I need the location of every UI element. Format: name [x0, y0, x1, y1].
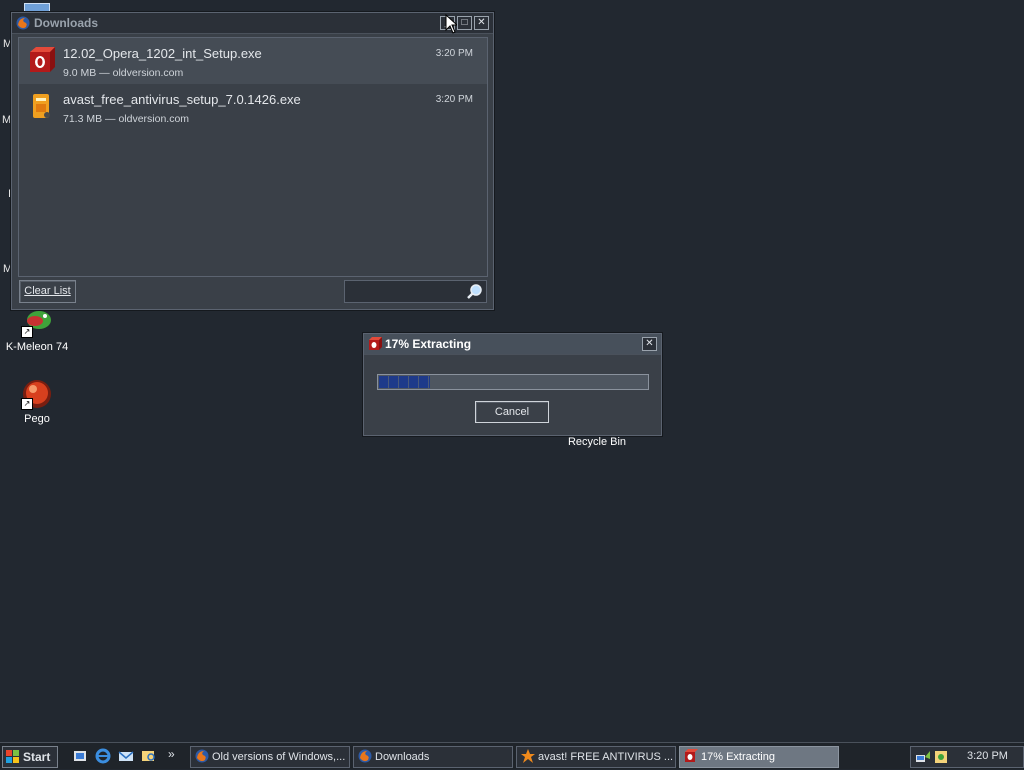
show-desktop-icon[interactable] — [72, 748, 88, 764]
download-meta: 9.0 MB — oldversion.com — [63, 67, 184, 79]
download-time: 3:20 PM — [435, 94, 473, 105]
taskbar-item-label: avast! FREE ANTIVIRUS ... — [538, 751, 674, 763]
desktop-icon-label-fragment: M — [2, 114, 12, 126]
internet-explorer-icon[interactable] — [95, 748, 111, 764]
explorer-search-icon[interactable] — [141, 748, 157, 764]
start-label: Start — [23, 750, 51, 764]
taskbar-item-avast[interactable]: avast! FREE ANTIVIRUS ... — [516, 746, 676, 768]
firefox-icon — [358, 749, 372, 763]
download-meta: 71.3 MB — oldversion.com — [63, 113, 190, 125]
shortcut-arrow-icon: ↗ — [21, 398, 33, 410]
search-input[interactable] — [344, 280, 487, 303]
close-button[interactable]: ✕ — [474, 16, 489, 30]
dialog-titlebar[interactable]: 17% Extracting ✕ — [364, 334, 661, 355]
security-tray-icon[interactable] — [933, 749, 949, 765]
download-filename: 12.02_Opera_1202_int_Setup.exe — [63, 46, 262, 61]
firefox-icon — [195, 749, 209, 763]
dialog-title: 17% Extracting — [385, 337, 472, 351]
taskbar-item-extracting[interactable]: 17% Extracting — [679, 746, 839, 768]
progress-bar — [377, 374, 649, 390]
close-button[interactable]: ✕ — [642, 337, 657, 351]
taskbar-item-old-versions[interactable]: Old versions of Windows,... — [190, 746, 350, 768]
taskbar-item-label: Old versions of Windows,... — [212, 751, 346, 763]
clear-list-button[interactable]: Clear List — [19, 280, 76, 303]
mouse-cursor-icon — [445, 13, 459, 34]
avast-icon — [521, 749, 535, 763]
taskbar-item-downloads[interactable]: Downloads — [353, 746, 513, 768]
cancel-button[interactable]: Cancel — [475, 401, 549, 423]
desktop-icon-label: K-Meleon 74 — [5, 341, 69, 353]
k-meleon-icon: ↗ — [21, 306, 53, 338]
downloads-window: Downloads _ □ ✕ 12.02_Opera_1202_int_Set… — [11, 12, 494, 310]
pego-icon: ↗ — [21, 378, 53, 410]
desktop-icon-k-meleon[interactable]: ↗ K-Meleon 74 — [1, 306, 73, 353]
opera-icon — [368, 337, 382, 351]
download-filename: avast_free_antivirus_setup_7.0.1426.exe — [63, 92, 301, 107]
taskbar: Start » Old versions of Windows,... Down… — [0, 742, 1024, 769]
search-icon[interactable] — [466, 283, 483, 300]
desktop-icon-label: Pego — [24, 413, 50, 425]
progress-fill — [379, 376, 430, 388]
desktop-icon-recycle-bin[interactable]: Recycle Bin — [561, 436, 633, 448]
firefox-icon — [16, 16, 30, 30]
maximize-button[interactable]: □ — [457, 16, 472, 30]
extracting-dialog: 17% Extracting ✕ Cancel — [363, 333, 662, 436]
outlook-express-icon[interactable] — [118, 748, 134, 764]
download-time: 3:20 PM — [435, 48, 473, 59]
avast-installer-icon — [27, 92, 55, 120]
windows-logo-icon — [6, 750, 20, 764]
desktop-icon-label: Recycle Bin — [567, 436, 627, 448]
start-button[interactable]: Start — [2, 746, 58, 768]
opera-installer-icon — [27, 46, 55, 74]
list-item[interactable]: 12.02_Opera_1202_int_Setup.exe 9.0 MB — … — [19, 38, 487, 84]
system-tray: 3:20 PM — [910, 746, 1024, 768]
desktop-icon-pego[interactable]: ↗ Pego — [1, 378, 73, 425]
downloads-list: 12.02_Opera_1202_int_Setup.exe 9.0 MB — … — [18, 37, 488, 277]
downloads-titlebar[interactable]: Downloads _ □ ✕ — [12, 13, 493, 34]
taskbar-item-label: 17% Extracting — [701, 751, 775, 763]
quick-launch-overflow[interactable]: » — [168, 747, 175, 761]
list-item[interactable]: avast_free_antivirus_setup_7.0.1426.exe … — [19, 84, 487, 130]
taskbar-item-label: Downloads — [375, 751, 430, 763]
clock[interactable]: 3:20 PM — [967, 750, 1008, 762]
opera-icon — [684, 749, 698, 763]
network-icon[interactable] — [915, 749, 931, 765]
shortcut-arrow-icon: ↗ — [21, 326, 33, 338]
window-title: Downloads — [34, 16, 99, 30]
